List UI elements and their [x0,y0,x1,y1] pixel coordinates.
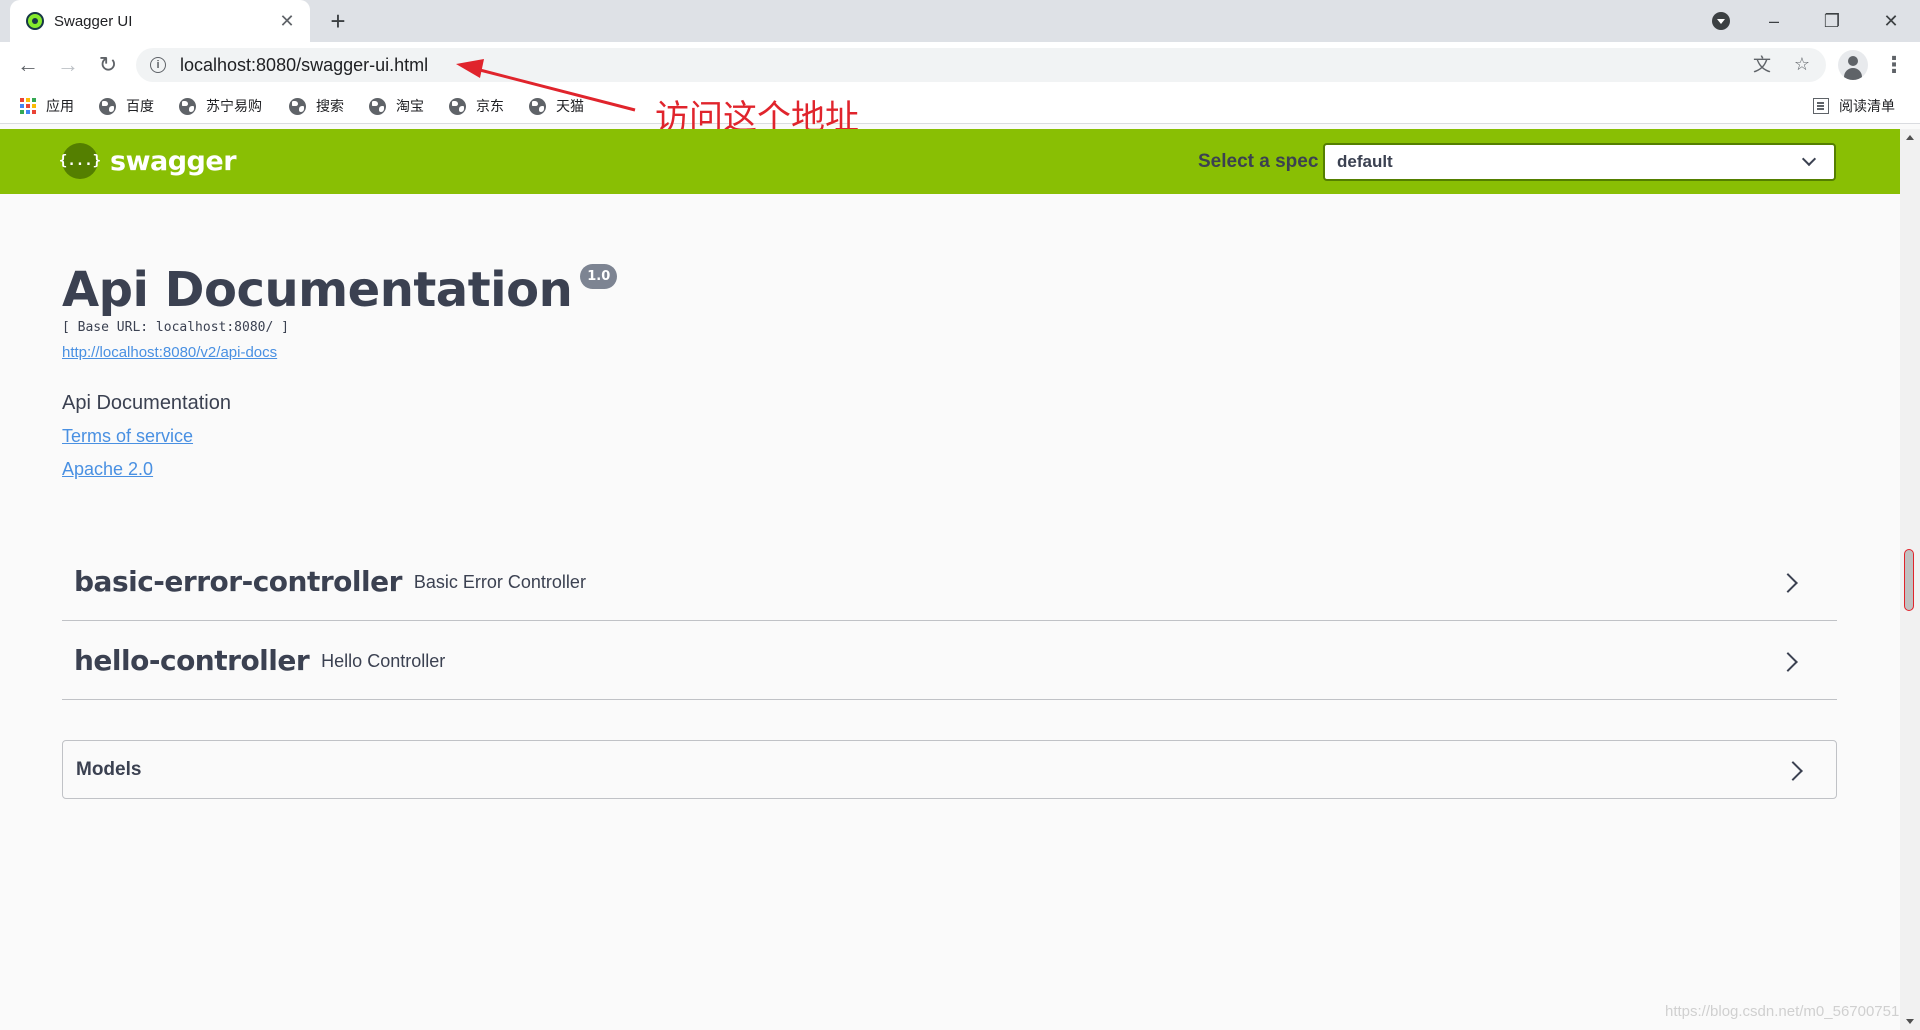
chevron-down-icon [1801,151,1817,167]
bookmark-baidu[interactable]: 百度 [99,94,154,118]
globe-icon [289,97,306,115]
swagger-favicon-icon [26,12,44,30]
models-title: Models [76,758,142,780]
base-url: [ Base URL: localhost:8080/ ] [62,320,289,335]
bookmark-taobao[interactable]: 淘宝 [369,94,424,118]
tab-title: Swagger UI [54,12,133,30]
models-section[interactable]: Models [62,740,1837,799]
license-link[interactable]: Apache 2.0 [62,459,153,480]
browser-tab[interactable]: Swagger UI ✕ [10,0,310,42]
back-button[interactable]: ← [12,49,44,81]
spec-select[interactable]: default [1323,143,1836,181]
bookmark-label: 淘宝 [396,99,424,115]
bookmark-label: 京东 [476,99,504,115]
page-scrollbar[interactable] [1900,129,1920,1030]
tag-description: Hello Controller [321,651,446,671]
chevron-right-icon[interactable] [1778,573,1798,593]
tab-strip: Swagger UI ✕ + – ❐ ✕ [0,0,1920,42]
scroll-up-icon[interactable] [1906,135,1914,140]
tab-search-icon[interactable] [1712,12,1730,30]
window-close-icon[interactable]: ✕ [1862,0,1920,42]
profile-avatar[interactable] [1838,50,1868,80]
bookmark-label: 苏宁易购 [206,99,262,115]
bookmark-label: 搜索 [316,99,344,115]
globe-icon [529,97,546,115]
url-text[interactable]: localhost:8080/swagger-ui.html [180,55,428,76]
watermark: https://blog.csdn.net/m0_56700751 [1665,1003,1900,1020]
close-tab-icon[interactable]: ✕ [276,11,298,32]
globe-icon [179,97,196,115]
version-badge: 1.0 [580,264,618,289]
page-title: Api Documentation 1.0 [62,262,618,318]
bookmark-search[interactable]: 搜索 [289,94,344,118]
bookmark-label: 应用 [46,99,74,115]
api-docs-link[interactable]: http://localhost:8080/v2/api-docs [62,344,277,361]
swagger-logo-icon: {...} [59,143,101,179]
tag-basic-error-controller[interactable]: basic-error-controller Basic Error Contr… [62,543,1837,621]
globe-icon [99,97,116,115]
reload-button[interactable]: ↻ [92,49,124,81]
api-info: Api Documentation 1.0 [62,262,618,318]
chevron-right-icon[interactable] [1783,761,1803,781]
scroll-down-icon[interactable] [1906,1019,1914,1024]
tag-hello-controller[interactable]: hello-controller Hello Controller [62,622,1837,700]
bookmarks-bar: 应用 百度 苏宁易购 搜索 淘宝 京东 天猫 阅读清单 [0,88,1920,124]
reading-list-icon [1813,98,1829,114]
site-info-icon[interactable]: i [150,57,166,73]
browser-menu-icon[interactable]: ⋮ [1880,50,1908,80]
spec-select-value: default [1337,152,1393,171]
swagger-topbar: {...} swagger Select a spec default [0,129,1900,194]
new-tab-button[interactable]: + [322,6,354,36]
reading-list-button[interactable]: 阅读清单 [1813,94,1895,118]
reading-list-label: 阅读清单 [1839,99,1895,115]
browser-toolbar: ← → ↻ i localhost:8080/swagger-ui.html 文… [0,42,1920,88]
terms-of-service-link[interactable]: Terms of service [62,426,193,447]
bookmark-tmall[interactable]: 天猫 [529,94,584,118]
address-bar[interactable]: i localhost:8080/swagger-ui.html [136,48,1826,82]
api-description: Api Documentation [62,392,231,414]
apps-grid-icon [20,98,36,114]
globe-icon [369,97,386,115]
bookmark-label: 百度 [126,99,154,115]
forward-button[interactable]: → [52,49,84,81]
tag-description: Basic Error Controller [413,572,586,592]
minimize-icon[interactable]: – [1745,0,1803,42]
bookmark-label: 天猫 [556,99,584,115]
bookmark-suning[interactable]: 苏宁易购 [179,94,262,118]
bookmark-jd[interactable]: 京东 [449,94,504,118]
scrollbar-thumb[interactable] [1904,549,1914,611]
bookmark-star-icon[interactable]: ☆ [1788,50,1816,78]
tag-name: basic-error-controller [74,565,402,598]
swagger-logo[interactable]: {...} swagger [59,143,237,179]
api-title: Api Documentation [62,262,573,318]
translate-icon[interactable]: 文 [1748,50,1776,78]
swagger-logo-text: swagger [110,145,237,177]
tag-name: hello-controller [74,644,310,677]
select-spec-label: Select a spec [1198,151,1319,172]
bookmark-apps[interactable]: 应用 [20,94,74,118]
globe-icon [449,97,466,115]
chevron-right-icon[interactable] [1778,652,1798,672]
restore-icon[interactable]: ❐ [1803,0,1861,42]
